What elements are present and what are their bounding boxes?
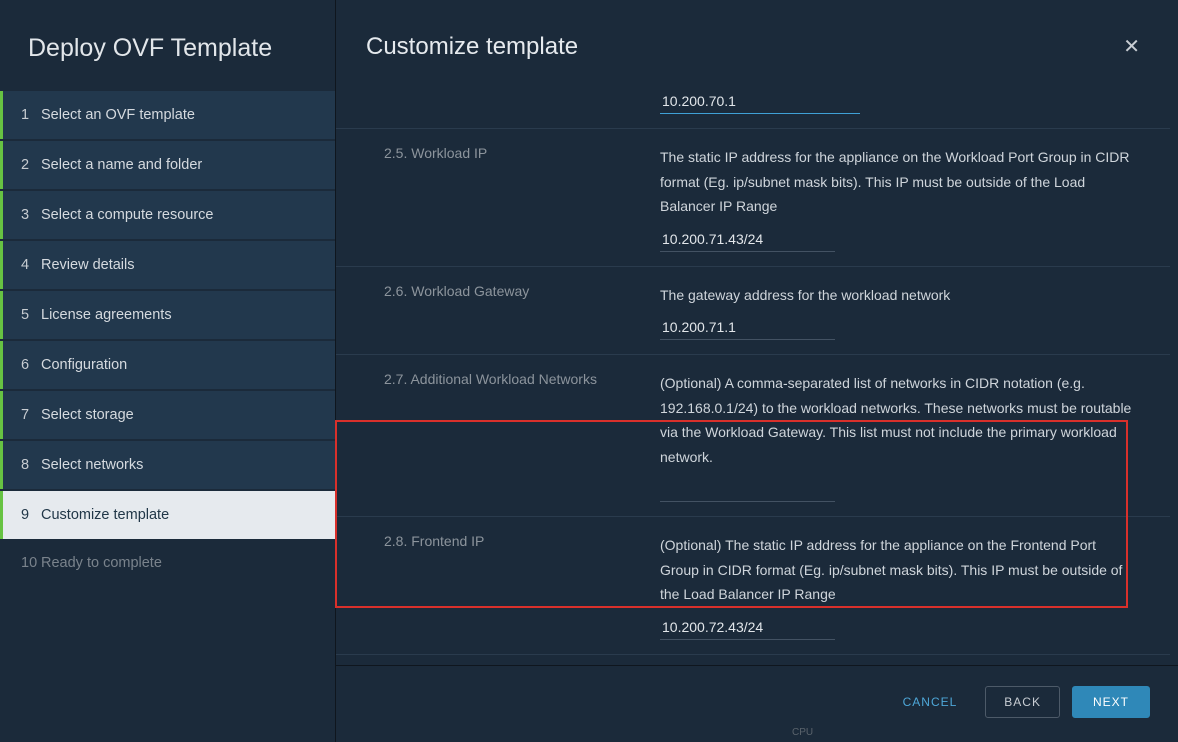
wizard-step-6[interactable]: 6Configuration [0, 341, 335, 389]
step-number: 10 [21, 555, 41, 571]
label-frontend-ip: 2.8. Frontend IP [350, 527, 660, 640]
row-workload-ip: 2.5. Workload IP The static IP address f… [336, 128, 1170, 266]
step-label: Customize template [41, 507, 169, 523]
step-number: 9 [21, 507, 41, 523]
wizard-footer: CANCEL BACK NEXT [336, 665, 1178, 742]
row-frontend-gateway: 2.9. Frontend Gateway (Optional) The gat… [336, 654, 1170, 666]
step-number: 3 [21, 207, 41, 223]
cancel-button[interactable]: CANCEL [887, 687, 974, 717]
step-number: 2 [21, 157, 41, 173]
desc-workload-gateway: The gateway address for the workload net… [660, 283, 1138, 308]
content-panel: Customize template ✕ 2.5. Workload IP Th… [335, 0, 1178, 742]
wizard-step-10: 10Ready to complete [0, 539, 335, 587]
step-label: Select an OVF template [41, 107, 195, 123]
deploy-ovf-modal: Deploy OVF Template 1Select an OVF templ… [0, 0, 1178, 742]
row-frontend-ip: 2.8. Frontend IP (Optional) The static I… [336, 516, 1170, 654]
wizard-step-3[interactable]: 3Select a compute resource [0, 191, 335, 239]
wizard-nav: Deploy OVF Template 1Select an OVF templ… [0, 0, 335, 742]
step-label: Select storage [41, 407, 134, 423]
back-button[interactable]: BACK [985, 686, 1060, 718]
input-additional-workload[interactable] [660, 477, 835, 502]
wizard-step-8[interactable]: 8Select networks [0, 441, 335, 489]
input-gateway-top[interactable] [660, 89, 860, 114]
next-button[interactable]: NEXT [1072, 686, 1150, 718]
step-label: Select a compute resource [41, 207, 213, 223]
step-number: 5 [21, 307, 41, 323]
step-number: 4 [21, 257, 41, 273]
label-frontend-gateway: 2.9. Frontend Gateway [350, 665, 660, 666]
step-number: 6 [21, 357, 41, 373]
step-number: 8 [21, 457, 41, 473]
desc-workload-ip: The static IP address for the appliance … [660, 145, 1138, 219]
wizard-title: Deploy OVF Template [0, 20, 335, 91]
panel-title: Customize template [366, 33, 578, 61]
step-label: Select networks [41, 457, 143, 473]
panel-header: Customize template ✕ [336, 0, 1178, 83]
step-number: 1 [21, 107, 41, 123]
close-icon[interactable]: ✕ [1115, 30, 1148, 63]
label-gateway-top [350, 83, 660, 114]
step-label: Configuration [41, 357, 127, 373]
input-frontend-ip[interactable] [660, 615, 835, 640]
step-label: Ready to complete [41, 555, 162, 571]
label-workload-gateway: 2.6. Workload Gateway [350, 277, 660, 341]
label-additional-workload: 2.7. Additional Workload Networks [350, 365, 660, 502]
form-scroll-area[interactable]: 2.5. Workload IP The static IP address f… [336, 83, 1178, 665]
desc-additional-workload: (Optional) A comma-separated list of net… [660, 371, 1138, 469]
wizard-step-1[interactable]: 1Select an OVF template [0, 91, 335, 139]
step-number: 7 [21, 407, 41, 423]
wizard-step-2[interactable]: 2Select a name and folder [0, 141, 335, 189]
step-label: Review details [41, 257, 135, 273]
step-label: License agreements [41, 307, 172, 323]
desc-frontend-ip: (Optional) The static IP address for the… [660, 533, 1138, 607]
label-workload-ip: 2.5. Workload IP [350, 139, 660, 252]
wizard-steps: 1Select an OVF template2Select a name an… [0, 91, 335, 587]
wizard-step-9[interactable]: 9Customize template [0, 491, 335, 539]
input-workload-ip[interactable] [660, 227, 835, 252]
step-label: Select a name and folder [41, 157, 202, 173]
bg-cpu-label: CPU [792, 727, 813, 738]
wizard-step-4[interactable]: 4Review details [0, 241, 335, 289]
input-workload-gateway[interactable] [660, 315, 835, 340]
wizard-step-5[interactable]: 5License agreements [0, 291, 335, 339]
row-workload-gateway: 2.6. Workload Gateway The gateway addres… [336, 266, 1170, 355]
row-gateway-top [336, 83, 1170, 128]
wizard-step-7[interactable]: 7Select storage [0, 391, 335, 439]
row-additional-workload: 2.7. Additional Workload Networks (Optio… [336, 354, 1170, 516]
